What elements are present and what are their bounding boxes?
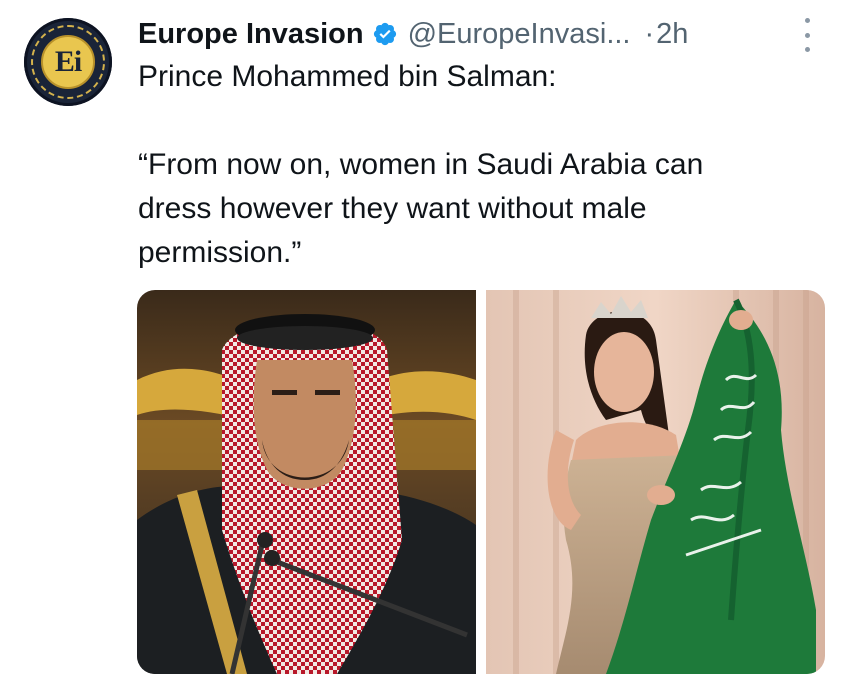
- media-photo-left[interactable]: [137, 290, 476, 674]
- tweet-text-line: “From now on, women in Saudi Arabia can: [138, 148, 704, 181]
- tweet-text-line: permission.”: [138, 236, 302, 269]
- media-photo-right[interactable]: [486, 290, 825, 674]
- display-name[interactable]: Europe Invasion: [138, 18, 364, 51]
- tweet-text-line: dress however they want without male: [138, 192, 647, 225]
- time-separator: ·: [644, 17, 655, 50]
- tweet-header: Europe Invasion @EuropeInvasi... · 2h: [138, 12, 688, 56]
- user-handle[interactable]: @EuropeInvasi...: [408, 18, 631, 51]
- tweet-text-line: Prince Mohammed bin Salman:: [138, 60, 557, 93]
- avatar-badge: Ei: [41, 35, 95, 89]
- verified-badge-icon: [372, 21, 398, 47]
- avatar[interactable]: Ei: [24, 18, 112, 106]
- timestamp[interactable]: 2h: [656, 18, 688, 51]
- more-vertical-icon[interactable]: [797, 18, 817, 52]
- tweet-media: [137, 290, 825, 674]
- tweet-card[interactable]: Ei Europe Invasion @EuropeInvasi... · 2h…: [0, 0, 850, 688]
- avatar-logo-text: Ei: [54, 45, 82, 78]
